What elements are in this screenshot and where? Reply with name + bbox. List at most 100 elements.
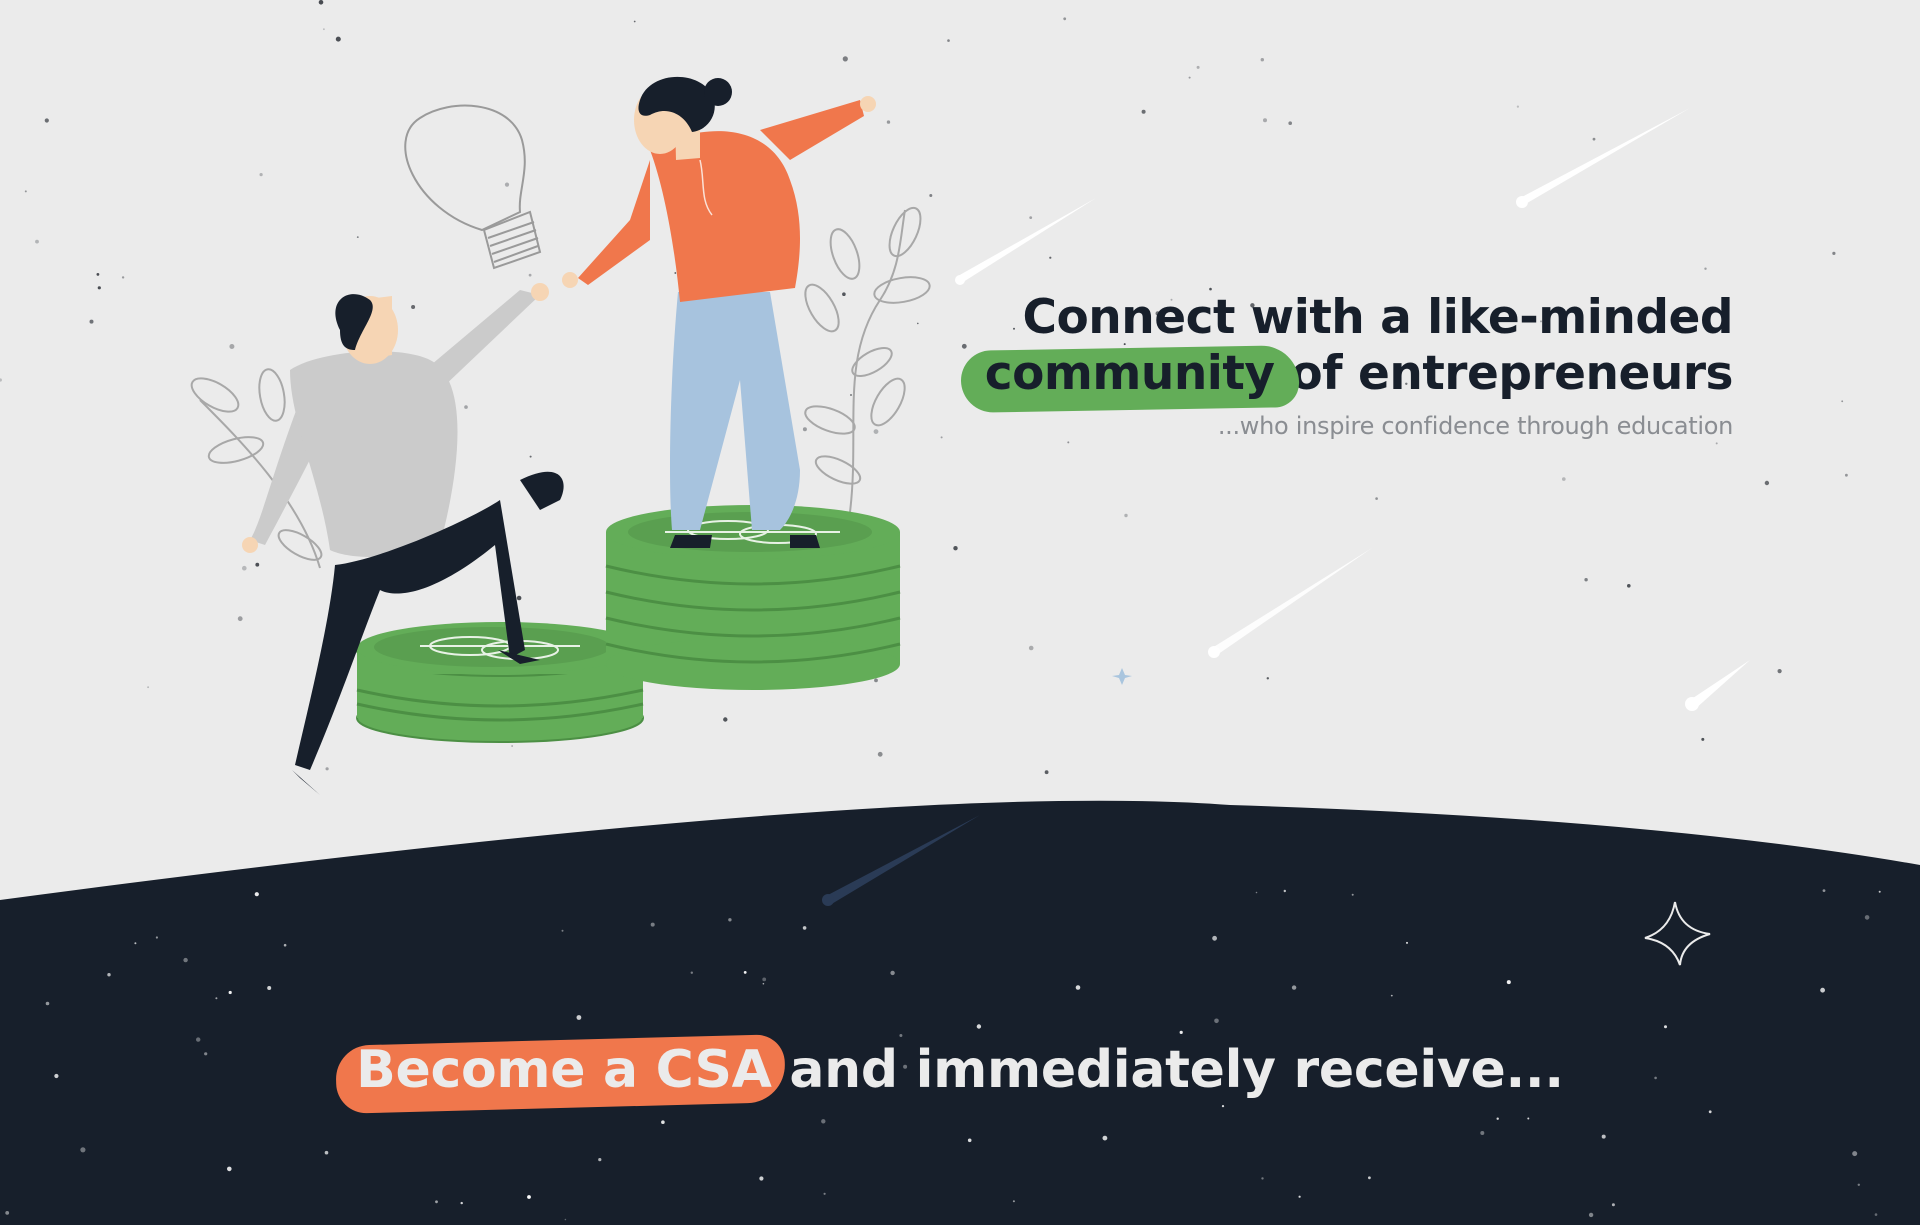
star-dot	[1266, 677, 1270, 680]
star-dot	[335, 36, 341, 42]
star-dot	[1214, 1018, 1219, 1024]
star-dot	[728, 918, 732, 922]
star-dot	[24, 190, 27, 193]
star-dot	[1102, 1135, 1108, 1141]
star-dot	[1261, 1177, 1264, 1180]
star-dot	[283, 943, 287, 947]
star-dot	[1496, 1117, 1499, 1120]
star-dot	[850, 394, 852, 396]
star-dot	[80, 1147, 86, 1153]
highlight-community: community	[984, 346, 1275, 401]
star-dot	[1260, 58, 1265, 62]
star-dot	[598, 1158, 602, 1162]
star-dot	[35, 239, 39, 244]
star-dot	[940, 436, 943, 439]
star-dot	[650, 922, 655, 927]
star-dot	[1852, 1151, 1858, 1157]
star-dot	[1592, 137, 1596, 141]
star-dot	[1562, 477, 1566, 481]
star-dot	[1527, 1117, 1530, 1120]
headline-subtitle: ...who inspire confidence through educat…	[1217, 412, 1733, 440]
star-dot	[1375, 497, 1378, 500]
star-dot	[759, 1176, 764, 1181]
star-dot	[1832, 251, 1836, 255]
star-dot	[356, 236, 359, 239]
star-dot	[1822, 889, 1826, 892]
star-dot	[155, 936, 158, 939]
star-dot	[564, 1218, 567, 1221]
star-dot	[45, 1001, 50, 1006]
star-dot	[227, 1166, 232, 1172]
star-dot	[460, 1201, 463, 1205]
star-dot	[1627, 584, 1631, 588]
star-dot	[1049, 256, 1052, 259]
headline-line-2-rest: of entrepreneurs	[1274, 346, 1733, 401]
star-dot	[1701, 737, 1705, 741]
star-dot	[723, 717, 728, 722]
star-dot	[215, 997, 218, 1000]
star-dot	[1601, 1134, 1606, 1139]
star-dot	[1012, 1200, 1015, 1203]
star-dot	[411, 305, 416, 309]
star-dot	[1212, 935, 1217, 941]
star-dot	[1584, 578, 1588, 582]
star-dot	[1406, 941, 1408, 944]
headline: Connect with a like-minded community of …	[984, 290, 1734, 440]
star-dot	[323, 28, 325, 31]
star-dot	[1480, 1131, 1485, 1135]
star-dot	[529, 455, 532, 458]
star-dot	[842, 56, 848, 62]
star-dot	[1221, 1105, 1225, 1108]
star-dot	[743, 971, 747, 974]
star-dot	[1179, 1030, 1183, 1034]
star-dot	[324, 1150, 329, 1155]
star-dot	[823, 1192, 826, 1195]
star-dot	[967, 1138, 972, 1143]
star-dot	[147, 686, 150, 689]
star-dot	[874, 678, 878, 683]
star-dot	[237, 616, 243, 622]
star-dot	[44, 118, 49, 123]
star-dot	[1841, 400, 1844, 403]
star-dot	[1263, 118, 1267, 123]
star-dot	[254, 892, 259, 897]
star-dot	[1141, 109, 1146, 114]
star-dot	[917, 322, 919, 325]
star-dot	[121, 276, 125, 279]
cta-banner: Become a CSA and immediately receive...	[0, 1040, 1920, 1100]
star-dot	[1611, 1203, 1615, 1207]
headline-line-2: community of entrepreneurs	[984, 346, 1734, 402]
star-dot	[267, 986, 272, 990]
star-dot	[134, 942, 137, 945]
star-dot	[1588, 1212, 1594, 1218]
star-dot	[511, 745, 513, 747]
star-dot	[1188, 76, 1191, 79]
star-dot	[802, 427, 807, 432]
star-dot	[242, 565, 247, 571]
star-dot	[528, 273, 532, 277]
star-dot	[1028, 645, 1034, 651]
star-dot	[1764, 480, 1770, 486]
star-dot	[1255, 891, 1258, 894]
star-dot	[1874, 1213, 1878, 1216]
star-dot	[96, 273, 100, 276]
star-dot	[873, 429, 879, 434]
star-dot	[464, 405, 468, 409]
star-dot	[435, 1200, 438, 1204]
star-dot	[255, 562, 260, 567]
star-dot	[886, 120, 891, 124]
star-dot	[89, 319, 94, 324]
star-dot	[1664, 1025, 1667, 1029]
star-dot	[1283, 889, 1287, 893]
star-dot	[929, 194, 933, 197]
star-dot	[325, 767, 329, 771]
star-dot	[1878, 890, 1881, 893]
star-dot	[1368, 1176, 1371, 1180]
star-dot	[674, 272, 677, 274]
star-dot	[762, 982, 765, 985]
star-dot	[1063, 17, 1067, 21]
star-dot	[1390, 994, 1393, 997]
star-dot	[1506, 980, 1511, 985]
star-dot	[690, 971, 693, 974]
star-dot	[1288, 121, 1292, 125]
